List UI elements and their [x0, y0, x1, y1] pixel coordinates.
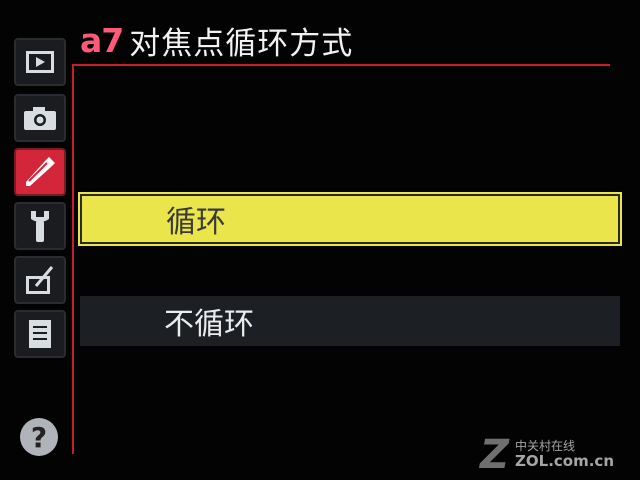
option-loop[interactable]: 循环	[78, 192, 622, 246]
camera-icon	[24, 107, 56, 130]
option-label: 循环	[166, 205, 226, 240]
tab-setup[interactable]	[14, 202, 66, 250]
page-title: 对焦点循环方式	[129, 25, 354, 62]
watermark: Z 中关村在线 ZOL.com.cn	[480, 432, 614, 478]
retouch-icon	[26, 266, 54, 294]
zol-logo-icon: Z	[480, 432, 510, 478]
tab-custom-settings[interactable]	[14, 148, 66, 196]
tab-my-menu[interactable]	[14, 310, 66, 358]
pencil-icon	[26, 157, 55, 186]
option-label: 不循环	[164, 307, 254, 342]
tab-playback[interactable]	[14, 38, 66, 86]
option-no-loop[interactable]: 不循环	[80, 296, 620, 346]
my-menu-icon	[29, 320, 51, 348]
play-icon	[26, 51, 54, 73]
menu-screen: a7 对焦点循环方式 ? 循环 不循环 Z 中关村在线 ZOL.com.cn	[0, 0, 640, 480]
tab-shooting[interactable]	[14, 94, 66, 142]
help-button[interactable]: ?	[20, 418, 58, 456]
sidebar-divider	[72, 64, 74, 454]
menu-header: a7 对焦点循环方式	[80, 20, 354, 62]
watermark-text: 中关村在线 ZOL.com.cn	[515, 439, 614, 471]
watermark-en: ZOL.com.cn	[515, 452, 614, 471]
tab-retouch[interactable]	[14, 256, 66, 304]
menu-code: a7	[80, 20, 124, 60]
wrench-icon	[31, 211, 49, 242]
header-divider	[72, 64, 610, 66]
